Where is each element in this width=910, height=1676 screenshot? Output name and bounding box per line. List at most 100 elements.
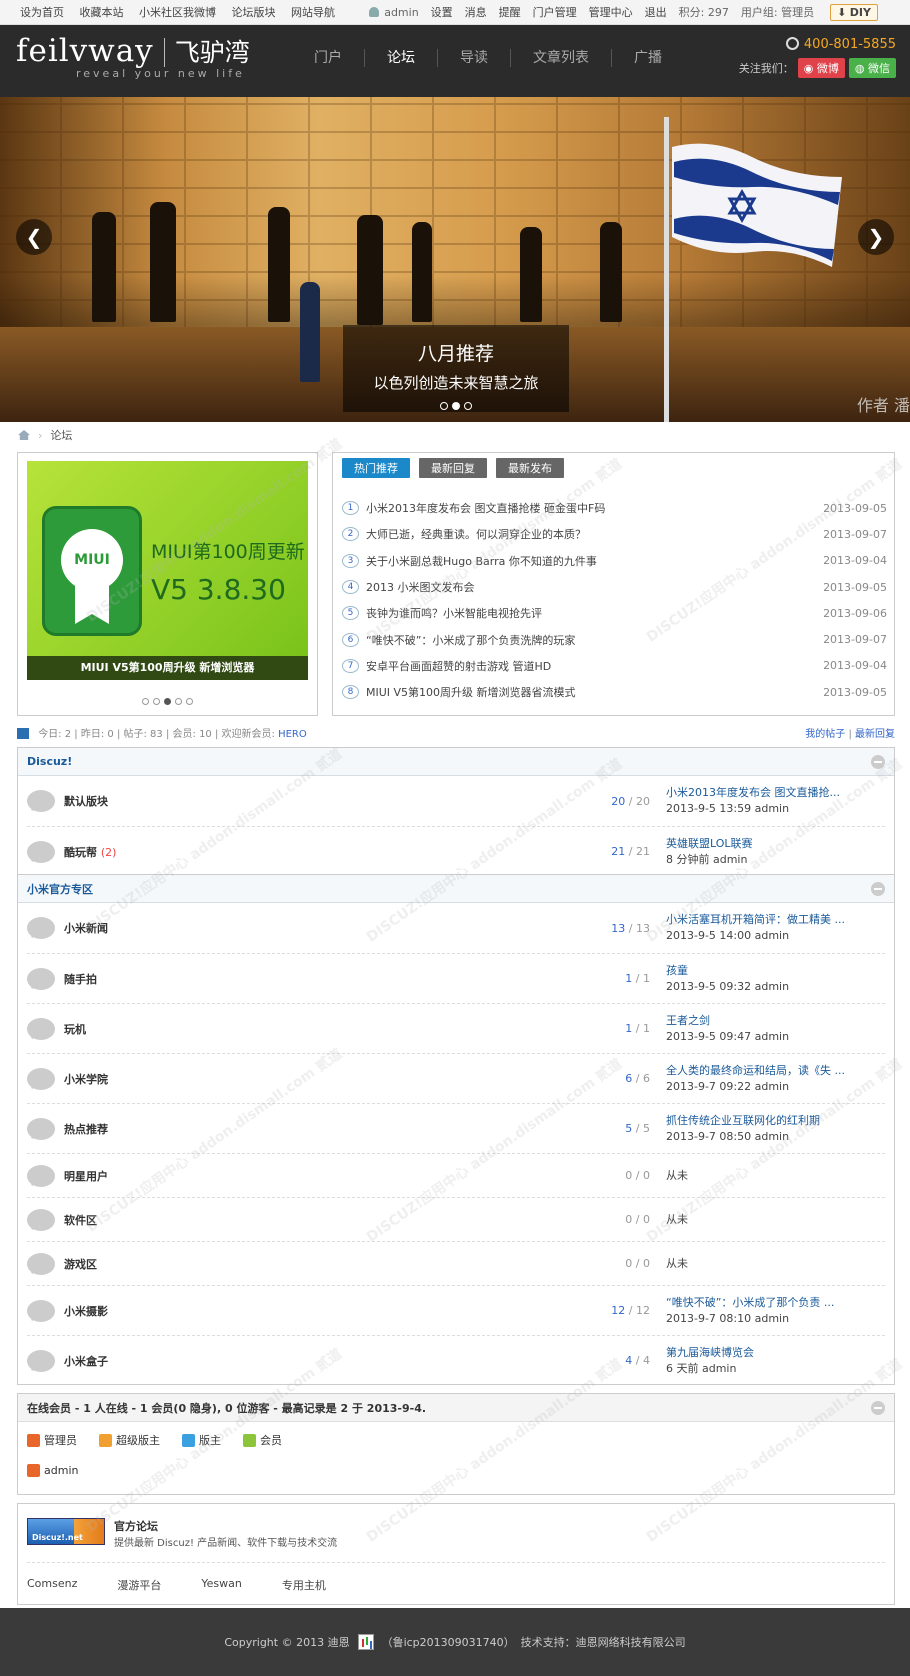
forum-name[interactable]: 软件区 bbox=[64, 1212, 602, 1228]
my-posts-link[interactable]: 我的帖子 bbox=[805, 729, 845, 740]
last-post-title[interactable]: 小米活塞耳机开箱简评：做工精美 ... bbox=[666, 912, 846, 928]
online-username[interactable]: admin bbox=[44, 1464, 78, 1477]
portal-admin-link[interactable]: 门户管理 bbox=[533, 4, 577, 20]
banner-next-button[interactable]: ❯ bbox=[858, 219, 894, 255]
slider-dot[interactable] bbox=[153, 698, 160, 705]
weibo-button[interactable]: ◉ 微博 bbox=[797, 58, 845, 78]
forum-row: 热点推荐 5 / 5 抓住传统企业互联网化的红利期 2013-9-7 08:50 … bbox=[27, 1103, 885, 1153]
last-post-title[interactable]: 抓住传统企业互联网化的红利期 bbox=[666, 1113, 846, 1129]
hero-banner[interactable]: ❮ ❯ 八月推荐 以色列创造未来智慧之旅 作者 潘 bbox=[0, 97, 910, 422]
slider-dot[interactable] bbox=[164, 698, 171, 705]
topic-title[interactable]: “唯快不破”：小米成了那个负责洗牌的玩家 bbox=[366, 632, 817, 648]
list-item[interactable]: 1 小米2013年度发布会 图文直播抢楼 砸金蛋中F码 2013-09-05 bbox=[342, 495, 887, 521]
forum-name[interactable]: 明星用户 bbox=[64, 1168, 602, 1184]
bookmark-link[interactable]: 收藏本站 bbox=[80, 6, 124, 19]
logout-link[interactable]: 退出 bbox=[645, 4, 667, 20]
usergroup-dropdown[interactable]: 用户组: 管理员 bbox=[741, 4, 814, 20]
last-post-title[interactable]: 英雄联盟LOL联赛 bbox=[666, 836, 846, 852]
forum-sections-link[interactable]: 论坛版块 bbox=[232, 6, 276, 19]
banner-prev-button[interactable]: ❮ bbox=[16, 219, 52, 255]
last-post-title[interactable]: 王者之剑 bbox=[666, 1013, 846, 1029]
breadcrumb-current[interactable]: 论坛 bbox=[50, 427, 72, 443]
slider-dot[interactable] bbox=[175, 698, 182, 705]
topic-title[interactable]: 2013 小米图文发布会 bbox=[366, 579, 817, 595]
link-manyou[interactable]: 漫游平台 bbox=[117, 1577, 161, 1593]
list-item[interactable]: 3 关于小米副总裁Hugo Barra 你不知道的九件事 2013-09-04 bbox=[342, 548, 887, 574]
nav-guide[interactable]: 导读 bbox=[437, 49, 510, 67]
topic-title[interactable]: 丧钟为谁而鸣？小米智能电视抢先评 bbox=[366, 605, 817, 621]
discuz-logo[interactable]: Discuz!.net bbox=[27, 1518, 105, 1545]
miui-promo-image[interactable]: MIUI MIUI第100周更新 V5 3.8.30 MIUI V5第100周升… bbox=[27, 461, 308, 680]
site-nav-link[interactable]: 网站导航 bbox=[291, 6, 335, 19]
person-figure bbox=[268, 207, 290, 322]
topic-title[interactable]: 小米2013年度发布会 图文直播抢楼 砸金蛋中F码 bbox=[366, 500, 817, 516]
slider-dot[interactable] bbox=[186, 698, 193, 705]
forum-name[interactable]: 小米盒子 bbox=[64, 1353, 602, 1369]
group-title[interactable]: 小米官方专区 bbox=[27, 881, 93, 897]
slider-dot[interactable] bbox=[142, 698, 149, 705]
nav-forum[interactable]: 论坛 bbox=[364, 49, 437, 67]
nav-portal[interactable]: 门户 bbox=[292, 49, 364, 67]
messages-link[interactable]: 消息 bbox=[465, 4, 487, 20]
collapse-icon[interactable] bbox=[871, 1400, 885, 1415]
tab-latest-reply[interactable]: 最新回复 bbox=[419, 458, 487, 478]
forum-name[interactable]: 小米新闻 bbox=[64, 920, 602, 936]
last-post-title[interactable]: 小米2013年度发布会 图文直播抢... bbox=[666, 785, 846, 801]
list-item[interactable]: 2 大师已逝，经典重读。何以洞穿企业的本质？ 2013-09-07 bbox=[342, 521, 887, 547]
wechat-button[interactable]: ◍ 微信 bbox=[848, 58, 896, 78]
banner-dot[interactable] bbox=[452, 402, 460, 410]
site-logo[interactable]: feilvway 飞驴湾 reveal your new life bbox=[16, 33, 250, 80]
list-item[interactable]: 5 丧钟为谁而鸣？小米智能电视抢先评 2013-09-06 bbox=[342, 600, 887, 626]
stats-bar-icon[interactable] bbox=[357, 1634, 374, 1650]
forum-name[interactable]: 默认版块 bbox=[64, 795, 108, 808]
last-post-title[interactable]: 第九届海峡博览会 bbox=[666, 1345, 846, 1361]
topic-title[interactable]: MIUI V5第100周升级 新增浏览器省流模式 bbox=[366, 684, 817, 700]
list-item[interactable]: 4 2013 小米图文发布会 2013-09-05 bbox=[342, 574, 887, 600]
online-header: 在线会员 - 1 人在线 - 1 会员(0 隐身), 0 位游客 - 最高记录是… bbox=[18, 1394, 894, 1422]
forum-name[interactable]: 酷玩帮 bbox=[64, 846, 97, 859]
list-item[interactable]: 6 “唯快不破”：小米成了那个负责洗牌的玩家 2013-09-07 bbox=[342, 626, 887, 652]
collapse-icon[interactable] bbox=[871, 754, 885, 769]
banner-dot[interactable] bbox=[440, 402, 448, 410]
tab-hot[interactable]: 热门推荐 bbox=[342, 458, 410, 478]
forum-name[interactable]: 随手拍 bbox=[64, 971, 602, 987]
collapse-icon[interactable] bbox=[871, 881, 885, 896]
group-title[interactable]: Discuz! bbox=[27, 755, 72, 768]
points-dropdown[interactable]: 积分: 297 bbox=[679, 4, 729, 20]
tech-support[interactable]: 技术支持：迪恩网络科技有限公司 bbox=[521, 1634, 686, 1650]
newest-member-link[interactable]: HERO bbox=[278, 729, 307, 740]
topic-title[interactable]: 关于小米副总裁Hugo Barra 你不知道的九件事 bbox=[366, 553, 817, 569]
last-post-title[interactable]: 全人类的最终命运和结局，读《失 ... bbox=[666, 1063, 846, 1079]
forum-name[interactable]: 游戏区 bbox=[64, 1256, 602, 1272]
link-yeswan[interactable]: Yeswan bbox=[201, 1577, 241, 1593]
nav-articles[interactable]: 文章列表 bbox=[510, 49, 611, 67]
latest-reply-link[interactable]: 最新回复 bbox=[855, 729, 895, 740]
home-icon[interactable] bbox=[18, 430, 30, 440]
link-comsenz[interactable]: Comsenz bbox=[27, 1577, 77, 1593]
notifications-link[interactable]: 提醒 bbox=[499, 4, 521, 20]
list-item[interactable]: 7 安卓平台画面超赞的射击游戏 管道HD 2013-09-04 bbox=[342, 653, 887, 679]
forum-name[interactable]: 小米摄影 bbox=[64, 1303, 602, 1319]
person-figure bbox=[412, 222, 432, 322]
last-post-title[interactable]: “唯快不破”：小米成了那个负责 ... bbox=[666, 1295, 846, 1311]
settings-link[interactable]: 设置 bbox=[431, 4, 453, 20]
list-item[interactable]: 8 MIUI V5第100周升级 新增浏览器省流模式 2013-09-05 bbox=[342, 679, 887, 705]
forum-name[interactable]: 玩机 bbox=[64, 1021, 602, 1037]
link-title[interactable]: 官方论坛 bbox=[114, 1518, 158, 1534]
online-summary[interactable]: 在线会员 - 1 人在线 - 1 会员(0 隐身), 0 位游客 - 最高记录是… bbox=[27, 1400, 426, 1416]
topic-title[interactable]: 大师已逝，经典重读。何以洞穿企业的本质？ bbox=[366, 526, 817, 542]
diy-button[interactable]: ⬇ DIY bbox=[830, 3, 878, 21]
admin-center-link[interactable]: 管理中心 bbox=[589, 4, 633, 20]
banner-dot[interactable] bbox=[464, 402, 472, 410]
topic-title[interactable]: 安卓平台画面超赞的射击游戏 管道HD bbox=[366, 658, 817, 674]
link-hosting[interactable]: 专用主机 bbox=[282, 1577, 326, 1593]
tab-latest-post[interactable]: 最新发布 bbox=[496, 458, 564, 478]
forum-name[interactable]: 热点推荐 bbox=[64, 1121, 602, 1137]
forum-name[interactable]: 小米学院 bbox=[64, 1071, 602, 1087]
last-post-title[interactable]: 孩童 bbox=[666, 963, 846, 979]
nav-broadcast[interactable]: 广播 bbox=[611, 49, 684, 67]
weibo-link[interactable]: 小米社区我微博 bbox=[139, 6, 216, 19]
set-homepage-link[interactable]: 设为首页 bbox=[20, 6, 64, 19]
icp-number[interactable]: （鲁icp201309031740） bbox=[382, 1634, 515, 1650]
username-link[interactable]: admin bbox=[384, 6, 418, 19]
